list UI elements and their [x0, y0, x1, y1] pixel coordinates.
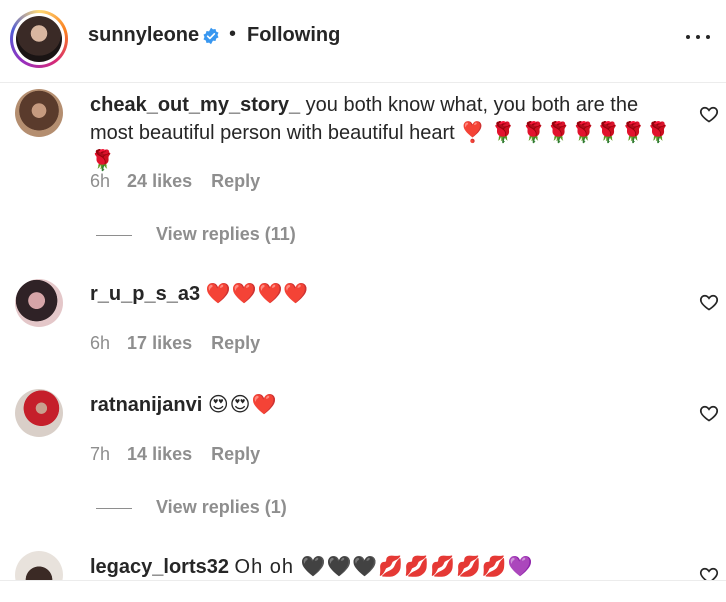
comment-3-text: ratnanijanvi 😍😍❤️ — [90, 391, 680, 419]
comment-1-time: 6h — [90, 171, 111, 191]
separator-dot: • — [229, 23, 237, 45]
comment-3-reply-button[interactable]: Reply — [211, 444, 260, 464]
view-replies-button[interactable]: View replies (1) — [96, 497, 287, 518]
verified-badge-icon — [203, 27, 219, 45]
profile-username[interactable]: sunnyleone — [88, 24, 199, 47]
comment-3-time: 7h — [90, 444, 111, 464]
view-replies-label: View replies (1) — [156, 497, 287, 517]
comment-1-meta: 6h 24 likes Reply — [90, 171, 260, 192]
post-header: sunnyleone • Following — [0, 0, 726, 83]
comment-2-username[interactable]: r_u_p_s_a3 — [90, 283, 200, 305]
comment-3-username[interactable]: ratnanijanvi — [90, 394, 202, 416]
comment-1-username[interactable]: cheak_out_my_story_ — [90, 94, 300, 116]
comment-2-reply-button[interactable]: Reply — [211, 333, 260, 353]
commenter-avatar[interactable] — [15, 551, 63, 580]
comment-3-meta: 7h 14 likes Reply — [90, 444, 260, 465]
comment-4-username[interactable]: legacy_lorts32 — [90, 556, 229, 578]
view-replies-label: View replies (11) — [156, 224, 296, 244]
comment-2-text: r_u_p_s_a3 ❤️❤️❤️❤️ — [90, 280, 680, 308]
commenter-avatar[interactable] — [15, 279, 63, 327]
comment-1-reply-button[interactable]: Reply — [211, 171, 260, 191]
comment-3-body: 😍😍❤️ — [207, 394, 278, 416]
like-heart-icon[interactable] — [699, 565, 719, 580]
comment-4-text: legacy_lorts32 Oh oh 🖤🖤🖤💋💋💋💋💋💜 — [90, 553, 680, 580]
comment-4-body: Oh oh 🖤🖤🖤💋💋💋💋💋💜 — [234, 556, 534, 578]
comment-2-meta: 6h 17 likes Reply — [90, 333, 260, 354]
comment-1-likes[interactable]: 24 likes — [127, 171, 192, 191]
like-heart-icon[interactable] — [699, 292, 719, 312]
comment-3-likes[interactable]: 14 likes — [127, 444, 192, 464]
more-options-icon[interactable] — [686, 30, 712, 44]
comment-2-body: ❤️❤️❤️❤️ — [205, 283, 310, 305]
profile-avatar[interactable] — [10, 10, 68, 68]
commenter-avatar[interactable] — [15, 389, 63, 437]
like-heart-icon[interactable] — [699, 104, 719, 124]
view-replies-button[interactable]: View replies (11) — [96, 224, 296, 245]
commenter-avatar[interactable] — [15, 89, 63, 137]
divider — [0, 580, 726, 581]
comment-2-likes[interactable]: 17 likes — [127, 333, 192, 353]
comment-2-time: 6h — [90, 333, 111, 353]
like-heart-icon[interactable] — [699, 403, 719, 423]
comment-1-text: cheak_out_my_story_ you both know what, … — [90, 91, 680, 175]
comments-list[interactable]: cheak_out_my_story_ you both know what, … — [0, 83, 726, 580]
following-button[interactable]: Following — [247, 24, 340, 47]
